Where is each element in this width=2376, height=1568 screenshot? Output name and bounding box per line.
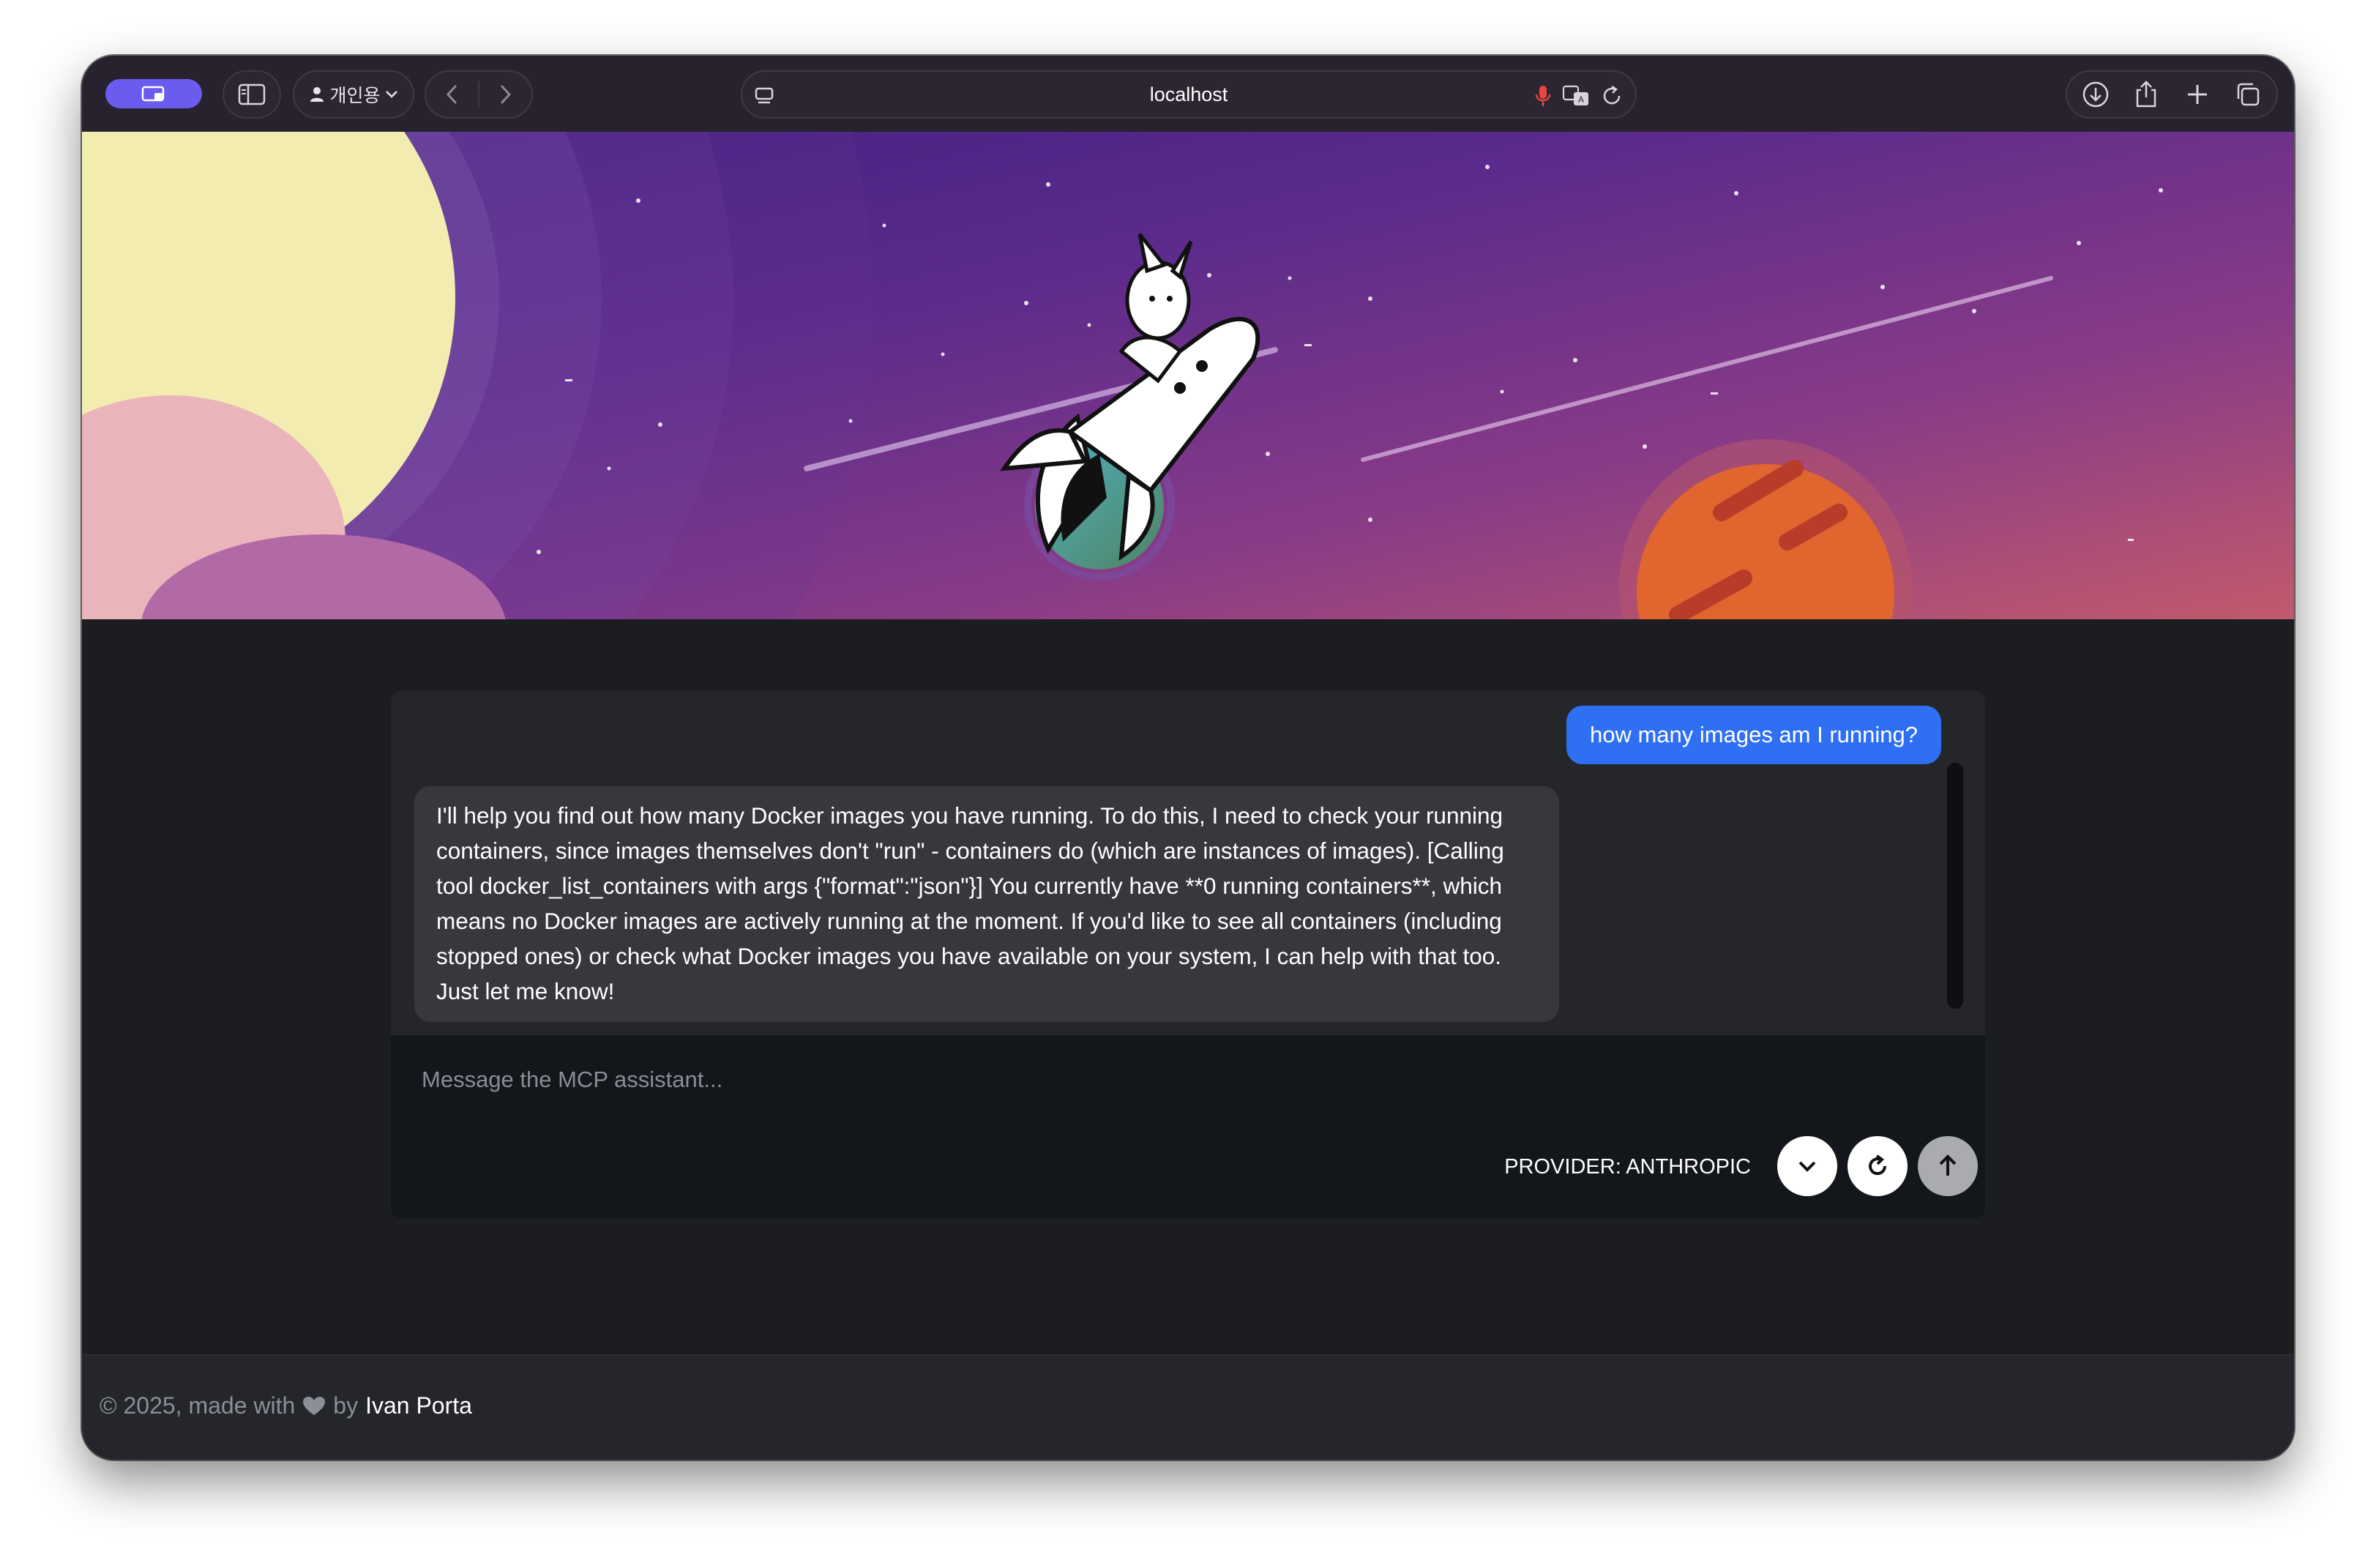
chat-scrollbar[interactable]: [1947, 763, 1963, 1009]
chat-panel: how many images am I running? I'll help …: [391, 691, 1985, 1218]
back-arrow-icon: [446, 84, 457, 105]
address-bar[interactable]: localhost A: [741, 70, 1637, 119]
assistant-message-bubble: I'll help you find out how many Docker i…: [414, 786, 1559, 1022]
chevron-down-icon: [1798, 1161, 1816, 1172]
page-footer: © 2025, made with by Ivan Porta: [82, 1354, 2294, 1460]
person-icon: [310, 87, 324, 102]
main-content: how many images am I running? I'll help …: [82, 619, 2294, 1354]
footer-credit: © 2025, made with by Ivan Porta: [100, 1392, 472, 1419]
arrow-up-icon: [1939, 1154, 1957, 1176]
browser-actions: [2066, 70, 2278, 119]
profile-menu-button[interactable]: 개인용: [293, 70, 414, 119]
sidebar-toggle-button[interactable]: [223, 70, 281, 119]
profile-label: 개인용: [329, 86, 381, 106]
provider-dropdown-button[interactable]: [1777, 1136, 1837, 1196]
tabs-overview-icon: [2238, 83, 2260, 106]
browser-toolbar: 개인용 localhost A: [82, 56, 2294, 133]
author-link[interactable]: Ivan Porta: [365, 1392, 472, 1419]
profile-color-pill[interactable]: [105, 79, 202, 108]
url-text: localhost: [1149, 83, 1228, 105]
translate-icon[interactable]: A: [1562, 83, 1591, 108]
address-bar-actions: A: [1534, 83, 1624, 108]
message-composer: PROVIDER: ANTHROPIC: [391, 1035, 1985, 1218]
provider-label: PROVIDER: ANTHROPIC: [1504, 1155, 1751, 1179]
chevron-down-icon: [385, 91, 397, 98]
share-button[interactable]: [2128, 76, 2164, 113]
share-icon: [2137, 81, 2156, 108]
navigation-buttons: [425, 70, 533, 119]
space-scene: [82, 132, 2294, 619]
reload-icon[interactable]: [1602, 84, 1624, 108]
forward-arrow-icon: [501, 84, 512, 105]
sidebar-icon: [238, 83, 266, 105]
microphone-icon[interactable]: [1534, 83, 1552, 108]
reset-chat-button[interactable]: [1848, 1136, 1908, 1196]
download-icon: [2082, 81, 2108, 108]
svg-text:A: A: [1578, 94, 1584, 105]
new-tab-button[interactable]: [2179, 76, 2216, 113]
browser-window: 개인용 localhost A how many images am I run…: [82, 56, 2294, 1460]
plus-icon: [2187, 85, 2207, 104]
download-button[interactable]: [2077, 76, 2114, 113]
footer-by: by: [333, 1392, 359, 1419]
forward-button[interactable]: [479, 72, 531, 117]
footer-prefix: © 2025, made with: [100, 1392, 296, 1419]
refresh-icon: [1869, 1154, 1887, 1176]
heart-icon: [303, 1396, 326, 1415]
page-menu-icon[interactable]: [754, 86, 774, 107]
hero-space-illustration: [82, 132, 2294, 619]
tabs-overview-button[interactable]: [2230, 76, 2266, 113]
message-input[interactable]: [420, 1057, 1521, 1102]
back-button[interactable]: [426, 72, 478, 117]
user-message-bubble: how many images am I running?: [1566, 706, 1941, 764]
send-button[interactable]: [1918, 1136, 1978, 1196]
window-icon: [141, 86, 165, 102]
